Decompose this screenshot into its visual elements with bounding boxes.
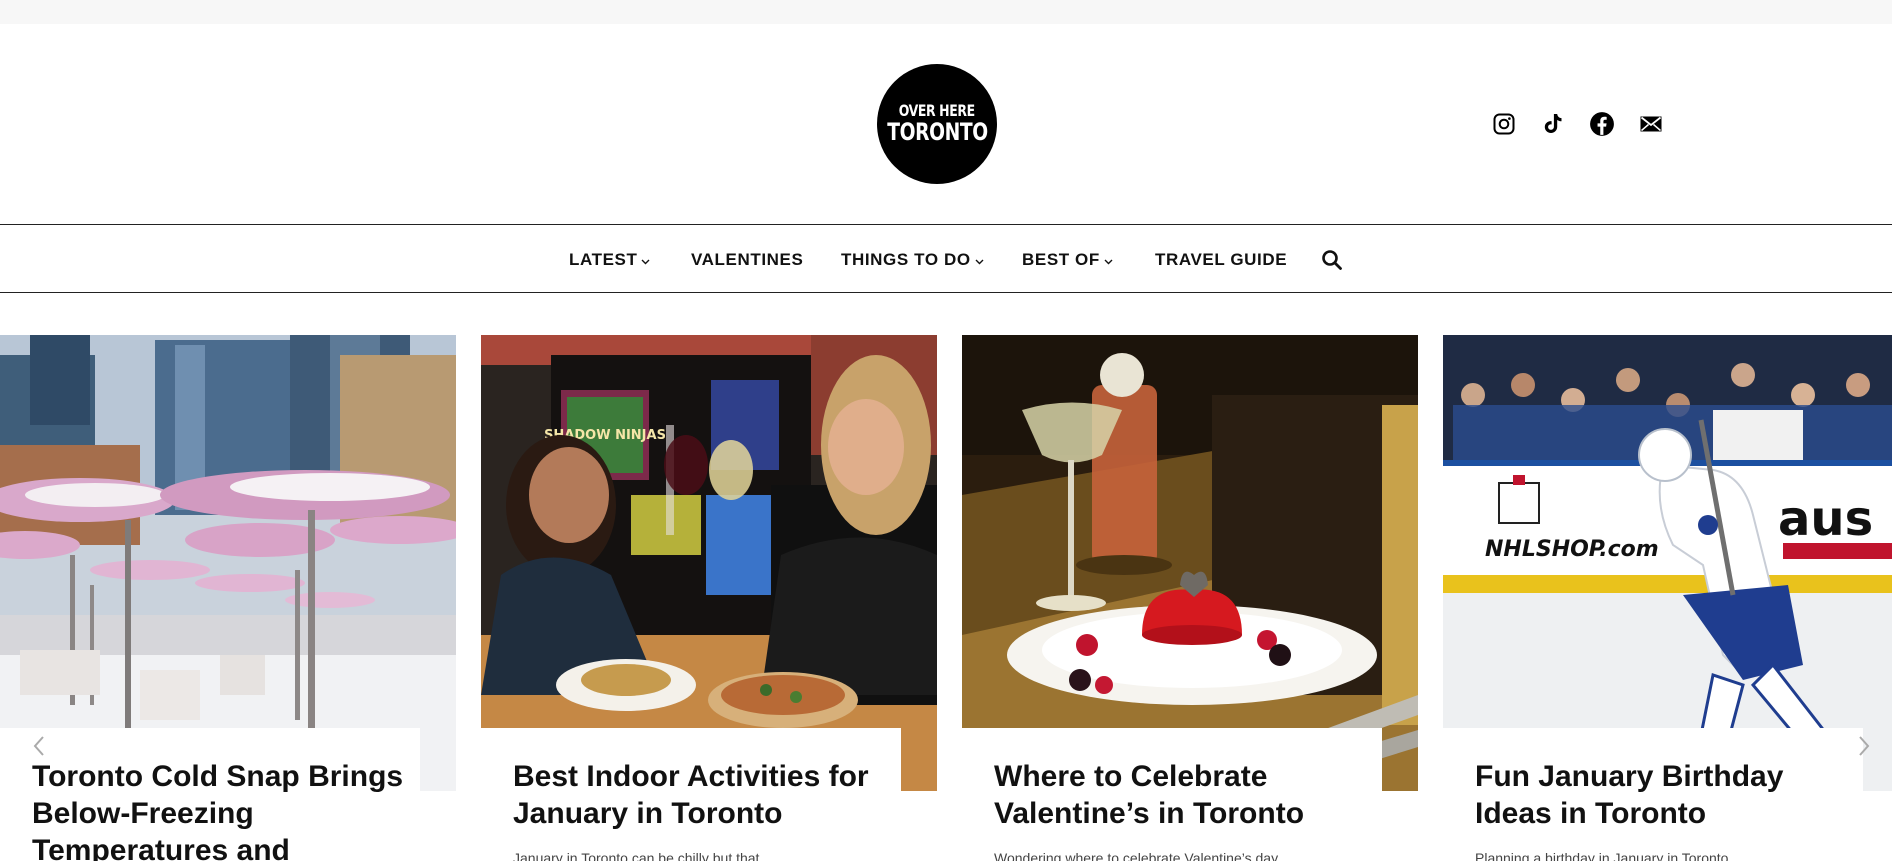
social-links (1491, 111, 1664, 137)
slide-excerpt: January in Toronto can be chilly but tha… (513, 850, 760, 861)
nav-item-label: BEST OF (1022, 250, 1100, 269)
slide-image (0, 335, 456, 791)
slide-title[interactable]: Best Indoor Activities for January in To… (513, 758, 893, 832)
nav-item-label: LATEST (569, 250, 638, 269)
chevron-down-icon (975, 250, 984, 270)
carousel-next-button[interactable] (1852, 734, 1876, 758)
nav-item-label: VALENTINES (691, 250, 804, 269)
chevron-down-icon (1104, 250, 1113, 270)
search-icon[interactable] (1321, 249, 1343, 271)
nav-item-latest[interactable]: LATEST (569, 250, 650, 270)
nav-item-valentines[interactable]: VALENTINES (691, 250, 803, 270)
nav-item-best-of[interactable]: BEST OF (1022, 250, 1113, 270)
slide-title[interactable]: Where to Celebrate Valentine’s in Toront… (994, 758, 1374, 832)
slide-valentines[interactable]: Where to Celebrate Valentine’s in Toront… (962, 335, 1418, 861)
email-icon[interactable] (1638, 111, 1664, 137)
slide-card: Best Indoor Activities for January in To… (481, 728, 901, 861)
slide-birthday-ideas[interactable]: NHLSHOP.com aus Fun January Birthday Ide… (1443, 335, 1892, 861)
slide-cold-snap[interactable]: Toronto Cold Snap Brings Below-Freezing … (0, 335, 456, 861)
slide-indoor-activities[interactable]: SHADOW NINJAS Best Indoor Activities for… (481, 335, 937, 861)
top-bar (0, 0, 1892, 24)
tiktok-icon[interactable] (1540, 111, 1566, 137)
nav-item-label: TRAVEL GUIDE (1155, 250, 1288, 269)
carousel-prev-button[interactable] (27, 734, 51, 758)
logo-line-2: TORONTO (886, 117, 988, 146)
instagram-icon[interactable] (1491, 111, 1517, 137)
slide-excerpt: Planning a birthday in January in Toront… (1475, 850, 1729, 861)
slide-card: Where to Celebrate Valentine’s in Toront… (962, 728, 1382, 861)
slide-excerpt: Wondering where to celebrate Valentine’s… (994, 850, 1279, 861)
rink-ad-text: NHLSHOP.com (1485, 537, 1659, 562)
site-logo[interactable]: OVER HERE TORONTO (877, 64, 997, 184)
nav-item-label: THINGS TO DO (841, 250, 971, 269)
facebook-icon[interactable] (1589, 111, 1615, 137)
nav-item-travel-guide[interactable]: TRAVEL GUIDE (1155, 250, 1287, 270)
slide-title[interactable]: Toronto Cold Snap Brings Below-Freezing … (32, 758, 412, 861)
slide-card: Toronto Cold Snap Brings Below-Freezing … (0, 728, 420, 861)
rink-ad-text-2: aus (1778, 491, 1873, 547)
chevron-down-icon (641, 250, 650, 270)
slide-image: NHLSHOP.com aus (1443, 335, 1892, 791)
slide-title[interactable]: Fun January Birthday Ideas in Toronto (1475, 758, 1855, 832)
main-navigation: LATEST VALENTINES THINGS TO DO BEST OF T… (0, 224, 1892, 293)
nav-item-things-to-do[interactable]: THINGS TO DO (841, 250, 984, 270)
slide-image: SHADOW NINJAS (481, 335, 937, 791)
slide-card: Fun January Birthday Ideas in Toronto Pl… (1443, 728, 1863, 861)
slide-image (962, 335, 1418, 791)
